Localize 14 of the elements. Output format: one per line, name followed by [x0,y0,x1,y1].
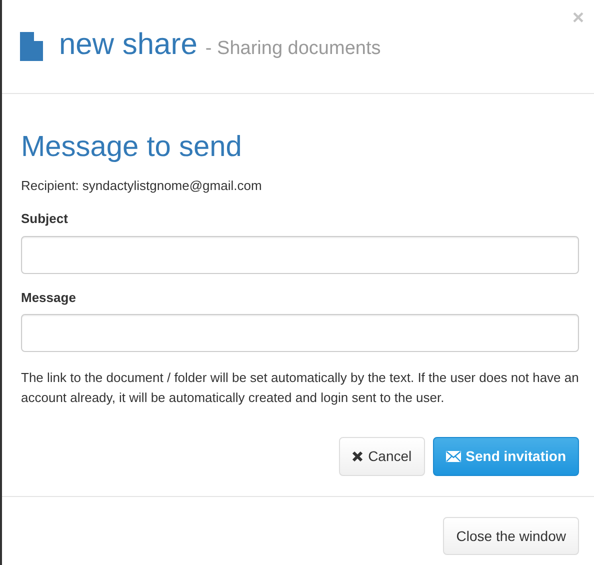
field-label: Message [21,288,77,307]
dialog-title: new share [59,30,198,60]
text-field[interactable] [21,314,579,352]
field-label: Subject [21,210,69,228]
recipient-text: Recipient: syndactylistgnome@gmail.com [21,176,263,195]
text-field[interactable] [21,236,579,274]
x-icon [352,450,364,462]
form-heading: Message to send [21,132,243,164]
envelope-icon [446,450,461,462]
dialog-subtitle: - Sharing documents [205,36,381,61]
cancel-button[interactable]: Cancel [339,437,425,476]
close-window-button[interactable]: Close the window [443,516,579,555]
help-text: The link to the document / folder will be set automatically by the text. If the user does not have an account already, it will be automatically created and login sent to the user. [21,369,579,408]
document-icon [20,32,43,61]
